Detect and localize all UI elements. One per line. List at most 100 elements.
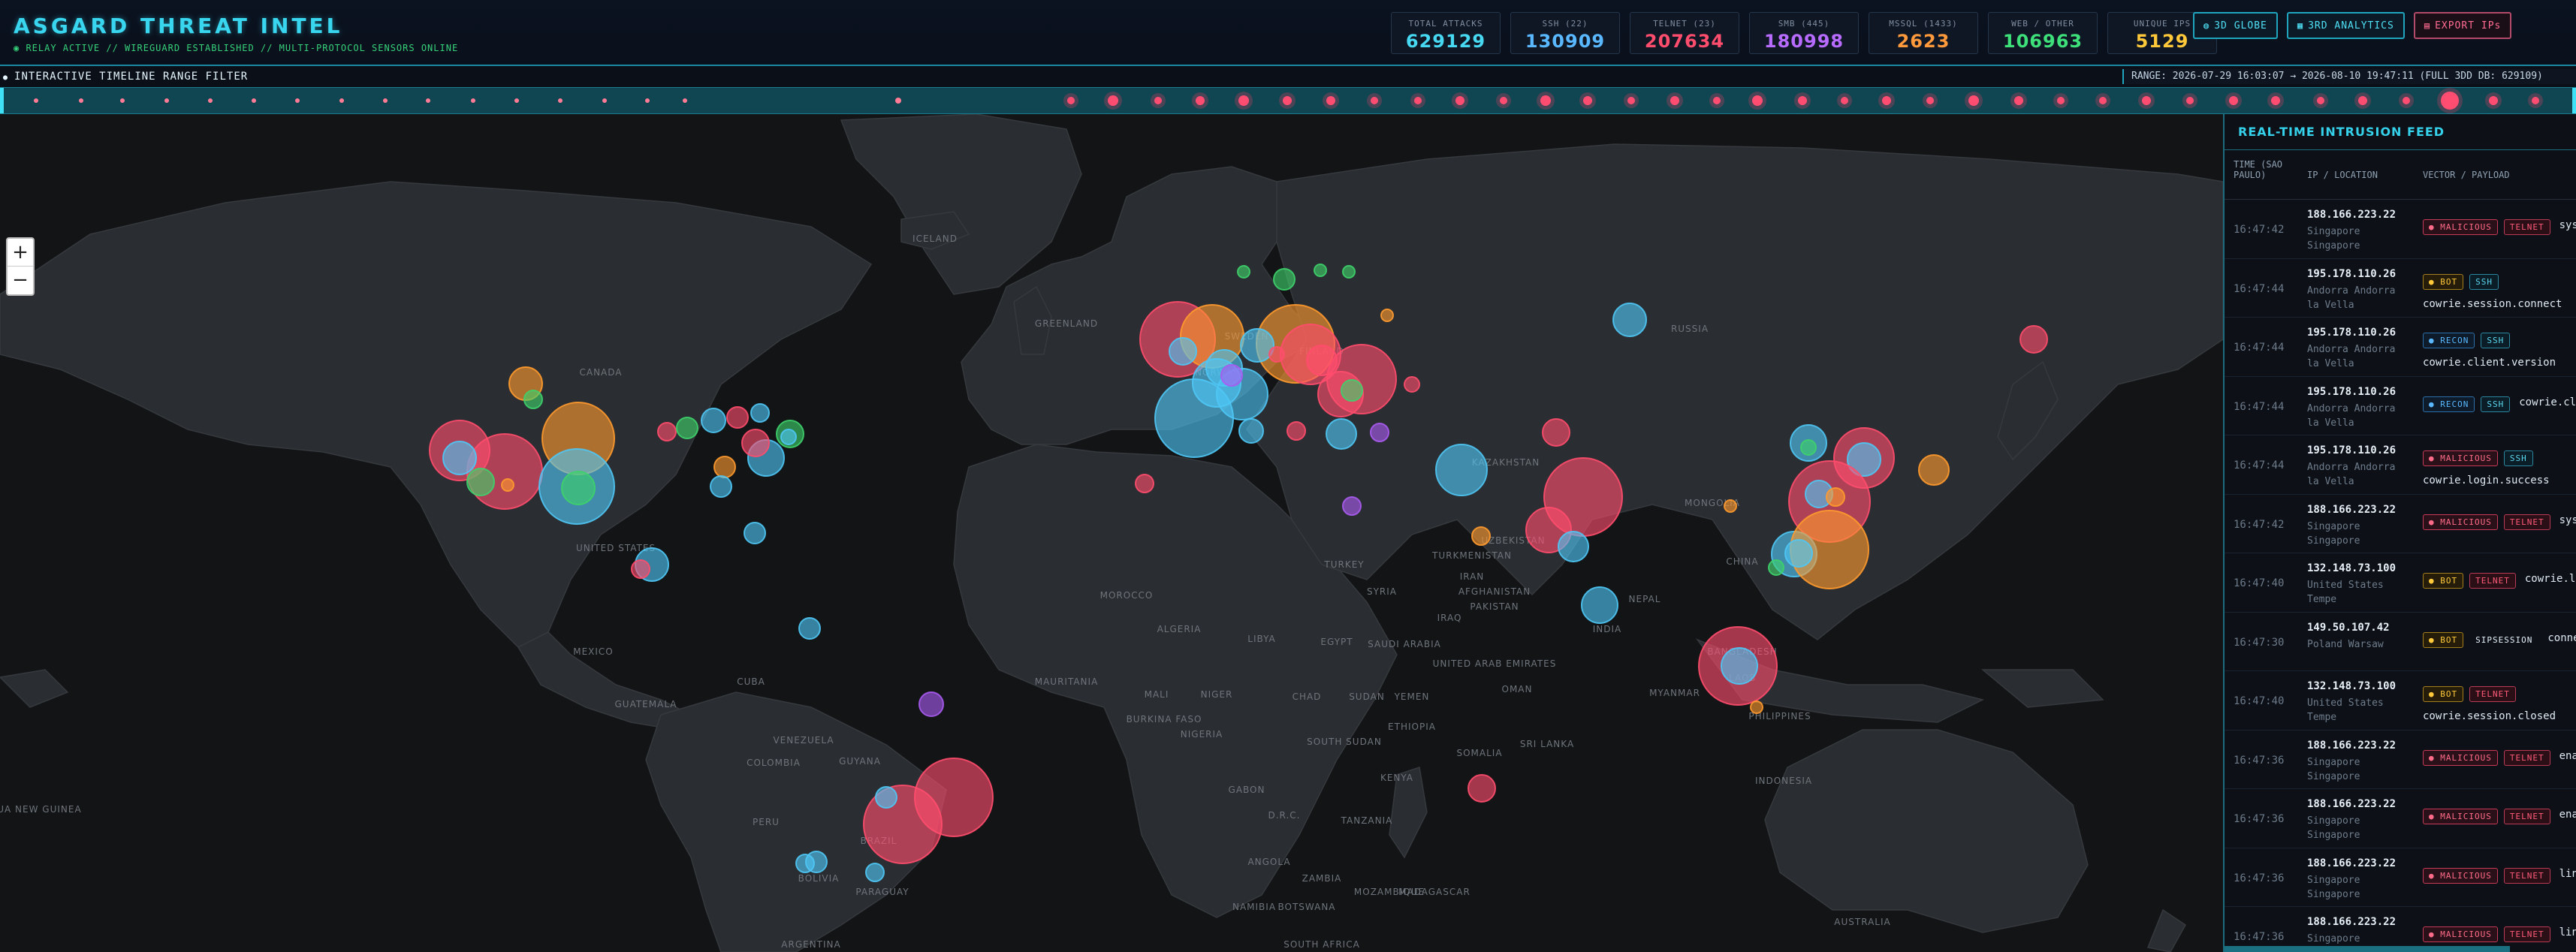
map-label: MEXICO	[573, 646, 614, 657]
feed-row[interactable]: 16:47:40 132.148.73.100 United States Temp…	[2225, 671, 2576, 731]
attack-bubble[interactable]	[1220, 364, 1243, 387]
timeline-marker	[1067, 97, 1075, 104]
attack-bubble[interactable]	[1581, 586, 1618, 624]
attack-bubble[interactable]	[501, 478, 514, 492]
tag-dot-icon: ●	[2429, 812, 2441, 821]
timeline-start-handle[interactable]	[0, 88, 4, 113]
attack-bubble[interactable]	[2019, 325, 2048, 354]
attack-bubble[interactable]	[918, 691, 944, 717]
attack-bubble[interactable]	[1314, 264, 1327, 277]
zoom-out-button[interactable]: −	[8, 267, 33, 294]
attack-bubble[interactable]	[1342, 265, 1356, 279]
attack-bubble[interactable]	[1435, 444, 1488, 496]
attack-bubble[interactable]	[744, 522, 766, 544]
timeline-end-handle[interactable]	[2572, 88, 2576, 113]
attack-bubble[interactable]	[798, 617, 821, 640]
attack-bubble[interactable]	[1800, 439, 1817, 456]
attack-bubble[interactable]	[1273, 268, 1296, 291]
map-label: GREENLAND	[1035, 318, 1098, 329]
attack-bubble[interactable]	[1326, 418, 1357, 450]
tag-label: SSH	[2475, 276, 2493, 287]
zoom-in-button[interactable]: +	[8, 239, 33, 267]
tag-label: RECON	[2440, 336, 2469, 345]
feed-payload: cowrie.login.success	[2423, 474, 2550, 487]
attack-bubble[interactable]	[1542, 418, 1570, 447]
timeline-marker	[34, 98, 38, 103]
attack-bubble[interactable]	[1471, 526, 1491, 546]
world-map[interactable]: GREENLANDICELANDNORWAYFINLANDSWEDENRUSSI…	[0, 114, 2223, 952]
attack-bubble[interactable]	[750, 403, 770, 423]
feed-row[interactable]: 16:47:42 188.166.223.22 Singapore Singapor…	[2225, 200, 2576, 259]
export-ips-button[interactable]: ▤ EXPORT IPs	[2413, 12, 2512, 39]
attack-bubble[interactable]	[1237, 265, 1250, 279]
attack-bubble[interactable]	[795, 854, 815, 873]
feed-row[interactable]: 16:47:44 195.178.110.26 Andorra Andorra la…	[2225, 318, 2576, 377]
attack-bubble[interactable]	[676, 417, 698, 439]
attack-bubble[interactable]	[1169, 337, 1197, 366]
attack-bubble[interactable]	[701, 408, 726, 433]
feed-row[interactable]: 16:47:36188.166.223.22Singapore Singapor…	[2225, 907, 2576, 952]
attack-bubble[interactable]	[1467, 774, 1496, 803]
attack-bubble[interactable]	[1306, 345, 1338, 376]
globe-3d-button[interactable]: ◍ 3D GLOBE	[2193, 12, 2278, 39]
attack-bubble[interactable]	[1784, 539, 1813, 568]
attack-bubble[interactable]	[523, 390, 543, 409]
attack-bubble[interactable]	[1370, 423, 1389, 442]
tag-label: TELNET	[2475, 689, 2510, 699]
analytics-button[interactable]: ▦ 3RD ANALYTICS	[2286, 12, 2405, 39]
feed-row[interactable]: 16:47:44 195.178.110.26 Andorra Andorra la…	[2225, 377, 2576, 435]
attack-bubble[interactable]	[1240, 328, 1274, 363]
feed-row[interactable]: 16:47:42 188.166.223.22 Singapore Singapor…	[2225, 495, 2576, 553]
timeline-range-readout: RANGE: 2026-07-29 16:03:07 → 2026-08-10 …	[2122, 69, 2576, 84]
attack-bubble[interactable]	[1612, 303, 1647, 337]
feed-row[interactable]: 16:47:44 195.178.110.26 Andorra Andorra la…	[2225, 259, 2576, 318]
attack-bubble[interactable]	[561, 471, 596, 505]
attack-bubble[interactable]	[710, 475, 732, 498]
timeline-marker	[2489, 96, 2498, 105]
attack-bubble[interactable]	[1826, 487, 1845, 507]
attack-bubble[interactable]	[726, 406, 749, 429]
attack-bubble[interactable]	[1341, 379, 1363, 402]
attack-bubble[interactable]	[713, 456, 736, 478]
attack-bubble[interactable]	[466, 468, 495, 496]
attack-bubble[interactable]	[1721, 647, 1758, 685]
feed-row[interactable]: 16:47:30 149.50.107.42 Poland Warsaw ● BOT S…	[2225, 613, 2576, 671]
feed-row[interactable]: 16:47:36188.166.223.22Singapore Singapor…	[2225, 731, 2576, 789]
tag-ssh: SSH	[2503, 450, 2533, 466]
attack-bubble[interactable]	[1286, 421, 1306, 441]
timeline-title-text: INTERACTIVE TIMELINE RANGE FILTER	[14, 71, 249, 83]
attack-bubble[interactable]	[1268, 346, 1285, 363]
feed-row[interactable]: 16:47:36188.166.223.22Singapore Singapor…	[2225, 848, 2576, 907]
feed-row[interactable]: 16:47:40 132.148.73.100 United States Temp…	[2225, 553, 2576, 613]
attack-bubble[interactable]	[1380, 309, 1394, 322]
attack-bubble[interactable]	[657, 422, 677, 441]
attack-bubble[interactable]	[442, 441, 477, 475]
attack-bubble[interactable]	[741, 429, 770, 457]
attack-bubble[interactable]	[1750, 700, 1763, 714]
feed-ip: 188.166.223.22	[2307, 798, 2397, 810]
attack-bubble[interactable]	[865, 863, 885, 882]
attack-bubble[interactable]	[1238, 418, 1264, 444]
attack-bubble[interactable]	[1918, 454, 1950, 486]
col-ip-header: IP / LOCATION	[2307, 170, 2378, 180]
timeline-marker	[1627, 97, 1635, 104]
feed-rows[interactable]: 16:47:42 188.166.223.22 Singapore Singapor…	[2225, 200, 2576, 952]
attack-bubble[interactable]	[875, 786, 897, 809]
attack-bubble[interactable]	[1558, 531, 1589, 562]
attack-bubble[interactable]	[1768, 559, 1784, 576]
timeline-track[interactable]	[0, 87, 2576, 114]
feed-row[interactable]: 16:47:44 195.178.110.26 Andorra Andorra la…	[2225, 435, 2576, 495]
map-label: UNITED ARAB EMIRATES	[1433, 658, 1557, 669]
feed-row[interactable]: 16:47:36188.166.223.22Singapore Singapor…	[2225, 789, 2576, 848]
attack-bubble[interactable]	[1724, 499, 1737, 513]
attack-bubble[interactable]	[631, 559, 650, 579]
attack-bubble[interactable]	[780, 429, 797, 445]
attack-bubble[interactable]	[1135, 474, 1154, 493]
attack-bubble[interactable]	[1404, 376, 1420, 393]
map-label: COLOMBIA	[747, 758, 801, 768]
map-label: INDONESIA	[1755, 776, 1812, 786]
feed-horizontal-scrollbar[interactable]	[2225, 946, 2510, 952]
timeline-marker	[1414, 97, 1422, 104]
stat-value: 106963	[2002, 31, 2083, 52]
attack-bubble[interactable]	[1342, 496, 1362, 516]
